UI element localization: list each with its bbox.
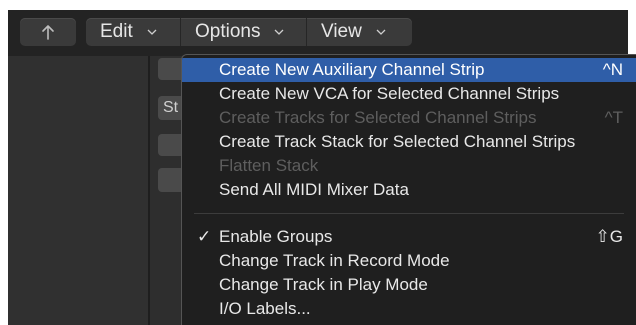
- back-arrow-icon: [39, 23, 57, 41]
- options-menu-button[interactable]: Options: [180, 18, 306, 46]
- view-menu-button[interactable]: View: [306, 18, 412, 46]
- options-menu-label: Options: [195, 21, 261, 42]
- menu-item-label: I/O Labels...: [219, 299, 311, 318]
- back-button[interactable]: [20, 18, 76, 46]
- menu-item-shortcut: ⇧G: [595, 227, 623, 246]
- screenshot-frame: Edit Options View St Create New Auxiliar…: [0, 0, 636, 325]
- menu-item-change-track-play-mode[interactable]: Change Track in Play Mode: [182, 273, 636, 297]
- left-panel: [8, 56, 148, 325]
- menu-item-shortcut: ^N: [602, 60, 623, 79]
- menu-item-label: Create Tracks for Selected Channel Strip…: [219, 108, 537, 127]
- menu-item-create-tracks: Create Tracks for Selected Channel Strip…: [182, 106, 636, 130]
- edit-menu-button[interactable]: Edit: [86, 18, 180, 46]
- menu-item-flatten-stack: Flatten Stack: [182, 154, 636, 178]
- menu-item-label: Create New VCA for Selected Channel Stri…: [219, 84, 560, 103]
- menu-item-change-track-record-mode[interactable]: Change Track in Record Mode: [182, 249, 636, 273]
- options-dropdown-menu: Create New Auxiliary Channel Strip ^N Cr…: [181, 54, 636, 325]
- edit-menu-label: Edit: [100, 21, 133, 42]
- checkmark-icon: ✓: [197, 227, 212, 246]
- chevron-down-icon: [147, 27, 157, 37]
- menu-separator: [194, 213, 624, 214]
- menu-item-label: Enable Groups: [219, 227, 333, 246]
- menu-item-label: Send All MIDI Mixer Data: [219, 180, 409, 199]
- menu-item-enable-groups[interactable]: ✓ Enable Groups ⇧G: [182, 225, 636, 249]
- toolbar: Edit Options View: [8, 10, 628, 56]
- menu-item-label: Create New Auxiliary Channel Strip: [219, 60, 485, 79]
- chevron-down-icon: [376, 27, 386, 37]
- menu-item-send-midi-mixer-data[interactable]: Send All MIDI Mixer Data: [182, 178, 636, 202]
- menu-segment-control: Edit Options View: [86, 18, 412, 46]
- menu-item-shortcut: ^T: [604, 108, 623, 127]
- chevron-down-icon: [274, 27, 284, 37]
- channel-strip-label: St: [163, 99, 179, 116]
- view-menu-label: View: [321, 21, 362, 42]
- menu-item-label: Change Track in Play Mode: [219, 275, 428, 294]
- menu-item-create-track-stack[interactable]: Create Track Stack for Selected Channel …: [182, 130, 636, 154]
- menu-item-io-labels[interactable]: I/O Labels...: [182, 297, 636, 321]
- menu-item-label: Change Track in Record Mode: [219, 251, 450, 270]
- menu-item-create-aux-strip[interactable]: Create New Auxiliary Channel Strip ^N: [182, 58, 636, 82]
- menu-item-create-vca[interactable]: Create New VCA for Selected Channel Stri…: [182, 82, 636, 106]
- menu-item-label: Create Track Stack for Selected Channel …: [219, 132, 576, 151]
- menu-item-label: Flatten Stack: [219, 156, 319, 175]
